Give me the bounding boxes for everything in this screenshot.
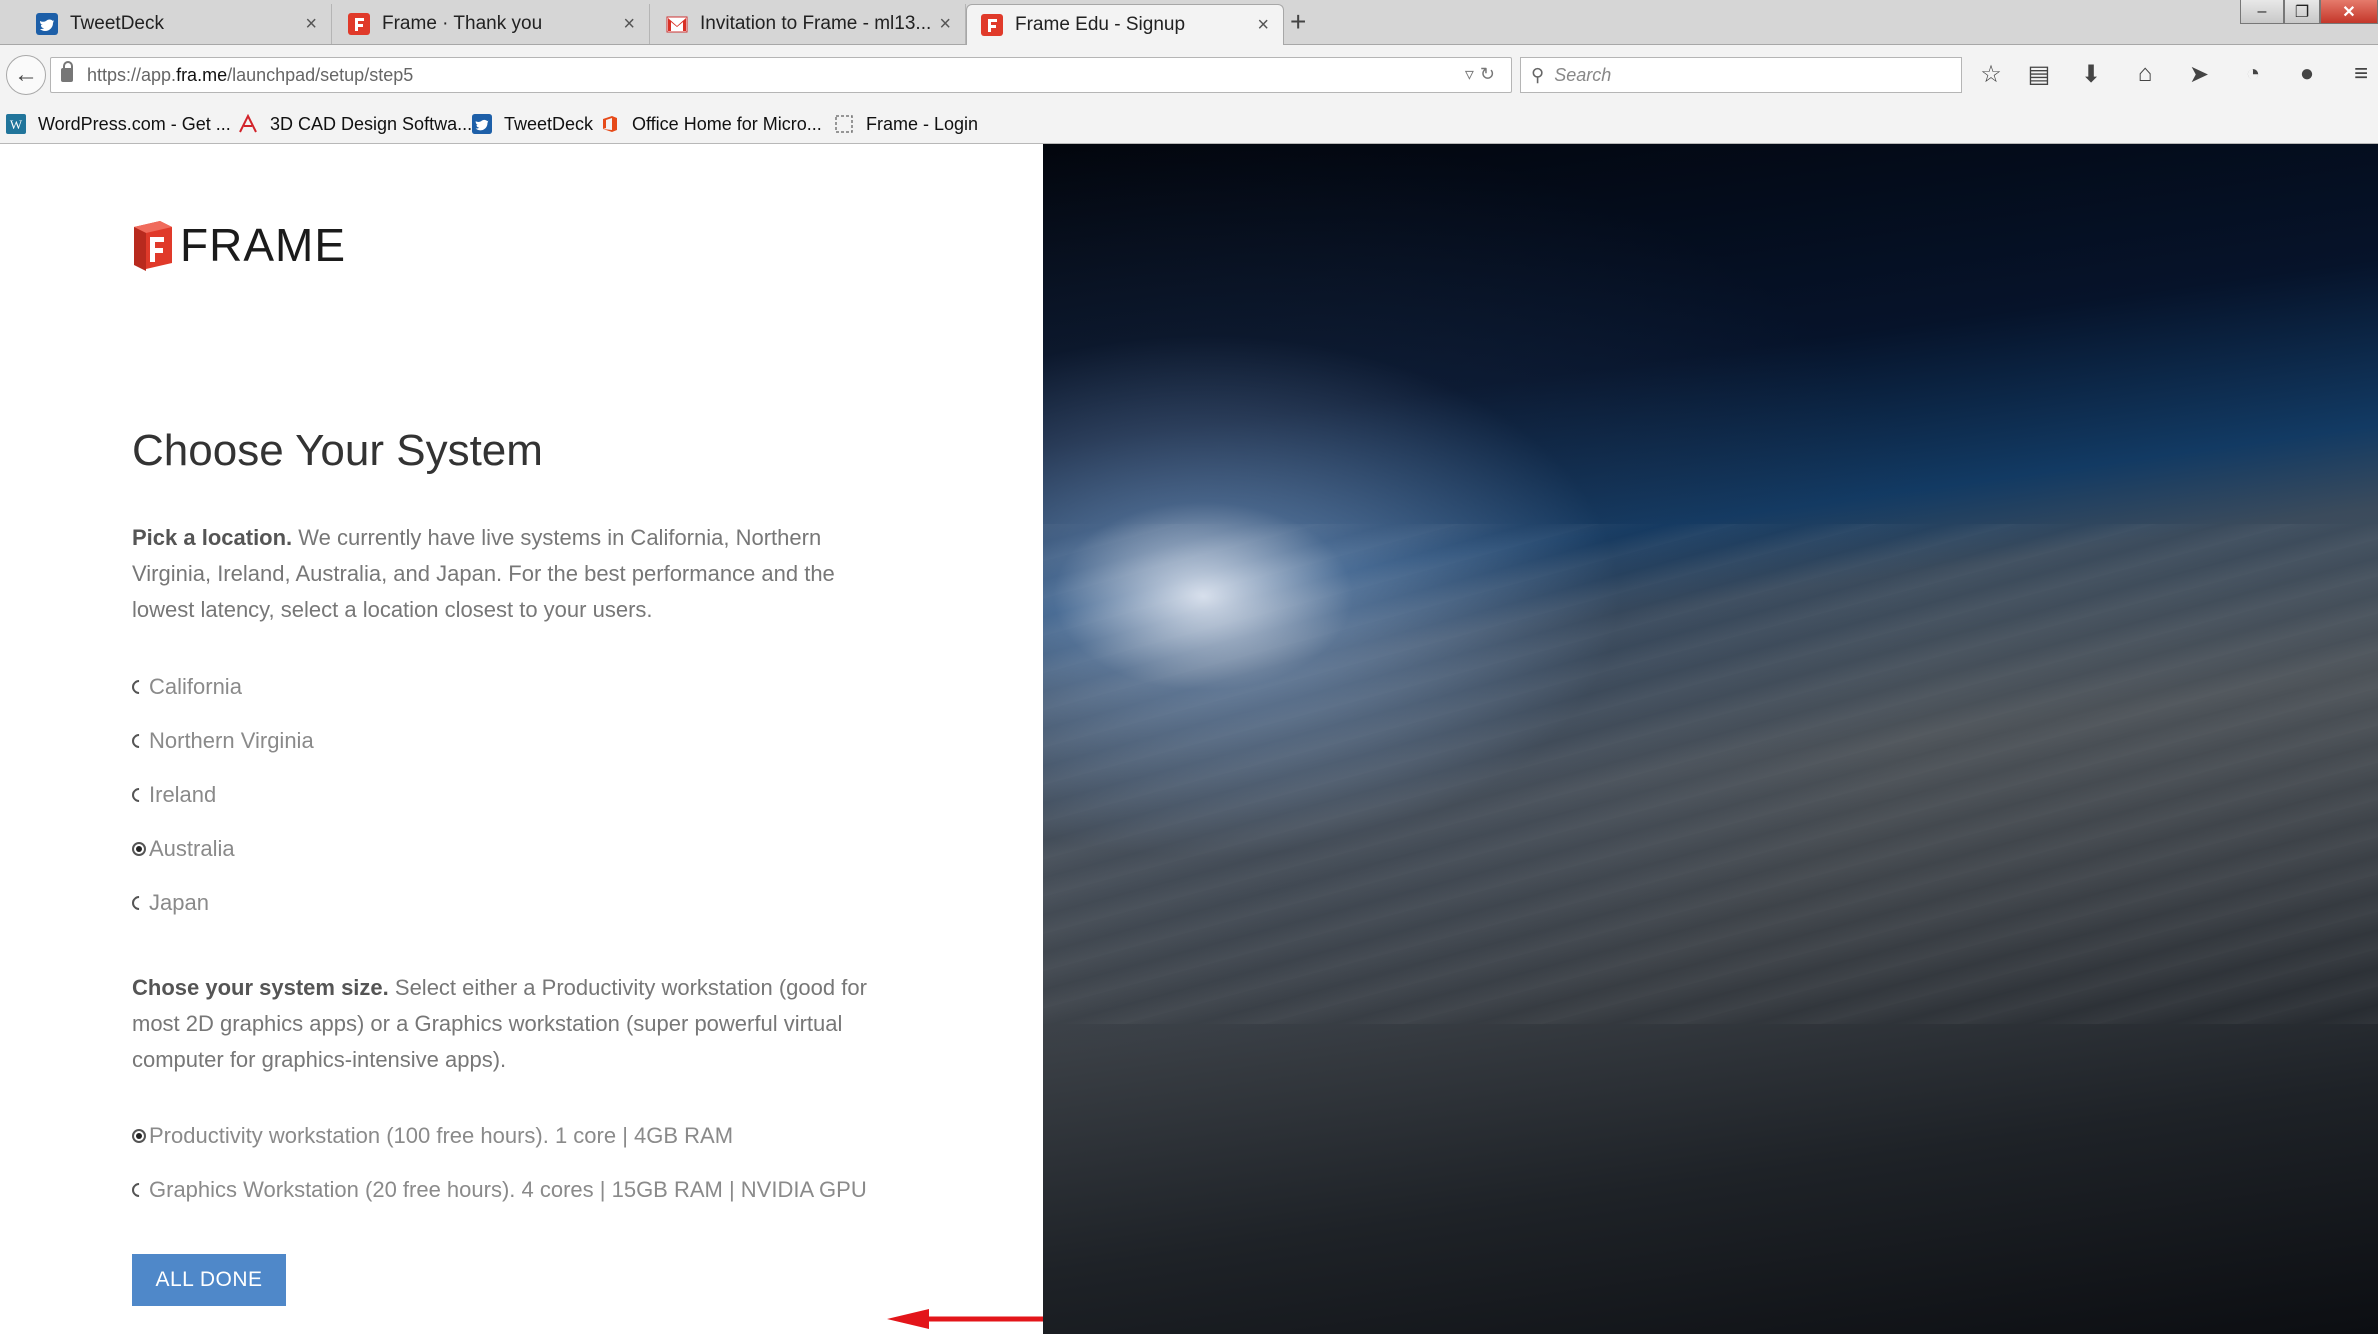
location-option-ireland[interactable]: Ireland bbox=[129, 780, 217, 810]
url-path: /launchpad/setup/step5 bbox=[227, 64, 414, 85]
signup-form-panel: FRAME Choose Your System Pick a location… bbox=[0, 144, 1043, 1334]
cloud-layer bbox=[1043, 524, 2378, 1024]
navigation-bar: ← https://app. fra.me/launchpad/setup/ste… bbox=[0, 45, 2378, 105]
download-icon[interactable]: ⬇ bbox=[2076, 59, 2106, 89]
close-icon[interactable]: × bbox=[1257, 14, 1269, 37]
bookmark-3d-cad[interactable]: 3D CAD Design Softwa... bbox=[238, 111, 472, 137]
size-option-graphics[interactable]: Graphics Workstation (20 free hours). 4 … bbox=[129, 1175, 867, 1205]
close-icon[interactable]: × bbox=[305, 13, 317, 36]
earth-horizon-background bbox=[1043, 144, 2378, 1334]
bookmark-label: Office Home for Micro... bbox=[632, 113, 822, 134]
location-intro-bold: Pick a location. bbox=[132, 525, 293, 550]
radio-button[interactable] bbox=[129, 785, 149, 805]
radio-button[interactable] bbox=[129, 1180, 149, 1200]
tab-strip: TweetDeck × Frame · Thank you × Invitati… bbox=[0, 0, 2378, 45]
bookmark-label: WordPress.com - Get ... bbox=[38, 113, 231, 134]
bookmark-label: 3D CAD Design Softwa... bbox=[270, 113, 473, 134]
location-option-australia[interactable]: Australia bbox=[132, 834, 235, 864]
size-intro: Chose your system size. Select either a … bbox=[132, 970, 892, 1078]
radio-button[interactable] bbox=[129, 731, 149, 751]
bookmark-frame-login[interactable]: Frame - Login bbox=[834, 111, 978, 137]
back-button[interactable]: ← bbox=[6, 55, 46, 95]
tab-tweetdeck[interactable]: TweetDeck × bbox=[22, 4, 332, 44]
option-label: Japan bbox=[149, 890, 209, 915]
url-host: fra.me bbox=[176, 64, 228, 85]
tab-label: Invitation to Frame - ml13... bbox=[700, 13, 932, 34]
lock-icon bbox=[61, 61, 73, 82]
office-icon bbox=[600, 114, 620, 134]
size-option-productivity[interactable]: Productivity workstation (100 free hours… bbox=[132, 1121, 733, 1151]
reload-icon[interactable]: ↻ bbox=[1480, 64, 1501, 84]
location-intro: Pick a location. We currently have live … bbox=[132, 520, 892, 628]
option-label: Productivity workstation (100 free hours… bbox=[149, 1123, 734, 1148]
location-option-japan[interactable]: Japan bbox=[129, 888, 209, 918]
tab-invitation-gmail[interactable]: Invitation to Frame - ml13... × bbox=[652, 4, 966, 44]
search-icon: ⚲ bbox=[1531, 64, 1545, 85]
bookmark-office[interactable]: Office Home for Micro... bbox=[600, 111, 822, 137]
history-icon[interactable]: ◔ bbox=[2238, 59, 2268, 89]
window-close-button[interactable]: ✕ bbox=[2320, 0, 2378, 24]
option-label: Ireland bbox=[149, 782, 217, 807]
tweetdeck-icon bbox=[472, 114, 492, 134]
tab-frame-edu-signup[interactable]: Frame Edu - Signup × bbox=[966, 4, 1284, 45]
option-label: California bbox=[149, 674, 242, 699]
option-label: Graphics Workstation (20 free hours). 4 … bbox=[149, 1177, 867, 1202]
home-icon[interactable]: ⌂ bbox=[2130, 59, 2160, 89]
send-icon[interactable]: ➤ bbox=[2184, 59, 2214, 89]
all-done-button[interactable]: ALL DONE bbox=[132, 1254, 286, 1306]
url-prefix: https://app. bbox=[87, 64, 177, 85]
bookmark-wordpress[interactable]: W WordPress.com - Get ... bbox=[6, 111, 231, 137]
tab-frame-thank-you[interactable]: Frame · Thank you × bbox=[334, 4, 650, 44]
autodesk-icon bbox=[238, 113, 258, 134]
chat-icon[interactable]: ● bbox=[2292, 59, 2322, 89]
frame-logo: FRAME bbox=[130, 218, 346, 272]
menu-icon[interactable]: ≡ bbox=[2346, 59, 2376, 89]
radio-button[interactable] bbox=[129, 677, 149, 697]
svg-text:W: W bbox=[10, 117, 23, 132]
radio-button-selected[interactable] bbox=[132, 842, 146, 856]
option-label: Northern Virginia bbox=[149, 728, 314, 753]
location-option-california[interactable]: California bbox=[129, 672, 242, 702]
frame-icon bbox=[981, 14, 1003, 36]
frame-logo-icon bbox=[134, 221, 172, 271]
tweetdeck-icon bbox=[36, 13, 58, 35]
page-icon bbox=[834, 114, 854, 134]
page-title: Choose Your System bbox=[132, 426, 543, 475]
wordpress-icon: W bbox=[6, 114, 26, 134]
restore-button[interactable]: ❐ bbox=[2284, 0, 2320, 24]
logo-text: FRAME bbox=[180, 219, 346, 271]
radio-button-selected[interactable] bbox=[132, 1129, 146, 1143]
address-bar[interactable]: https://app. fra.me/launchpad/setup/step5… bbox=[50, 57, 1512, 93]
tab-label: TweetDeck bbox=[70, 13, 164, 34]
url-tools: ▿↻ bbox=[1465, 64, 1501, 85]
bookmark-label: Frame - Login bbox=[866, 113, 979, 134]
bookmark-tweetdeck[interactable]: TweetDeck bbox=[472, 111, 593, 137]
search-placeholder: Search bbox=[1554, 64, 1612, 85]
option-label: Australia bbox=[149, 836, 235, 861]
minimize-button[interactable]: – bbox=[2240, 0, 2284, 24]
close-icon[interactable]: × bbox=[939, 13, 951, 36]
location-option-northern-virginia[interactable]: Northern Virginia bbox=[129, 726, 314, 756]
search-input[interactable]: ⚲ Search bbox=[1520, 57, 1962, 93]
size-intro-bold: Chose your system size. bbox=[132, 975, 389, 1000]
back-arrow-icon: ← bbox=[14, 61, 38, 88]
gmail-icon bbox=[666, 13, 688, 35]
red-arrow-annotation bbox=[887, 1309, 1043, 1329]
bookmark-label: TweetDeck bbox=[504, 113, 594, 134]
frame-icon bbox=[348, 13, 370, 35]
radio-button[interactable] bbox=[129, 893, 149, 913]
dropdown-icon[interactable]: ▿ bbox=[1465, 64, 1480, 84]
bookmark-star-icon[interactable]: ☆ bbox=[1976, 59, 2006, 89]
close-icon[interactable]: × bbox=[623, 13, 635, 36]
tab-label: Frame · Thank you bbox=[382, 13, 543, 34]
page-content: FRAME Choose Your System Pick a location… bbox=[0, 144, 2378, 1334]
bookmarks-bar: W WordPress.com - Get ... 3D CAD Design … bbox=[0, 105, 2378, 144]
reading-list-icon[interactable]: ▤ bbox=[2024, 59, 2054, 89]
tab-label: Frame Edu - Signup bbox=[1015, 14, 1186, 35]
new-tab-button[interactable]: + bbox=[1290, 6, 1306, 38]
